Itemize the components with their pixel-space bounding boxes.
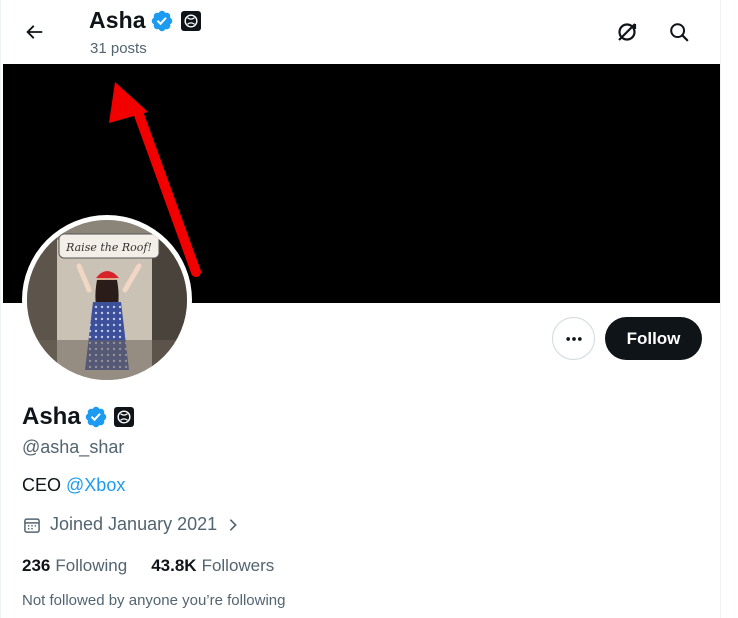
profile-avatar[interactable]: Raise the Roof! xyxy=(22,215,192,385)
following-link[interactable]: 236 Following xyxy=(22,556,127,576)
calendar-icon xyxy=(24,517,40,533)
verified-badge-icon xyxy=(151,10,172,31)
xbox-affiliate-icon[interactable] xyxy=(113,407,134,427)
followers-label: Followers xyxy=(201,556,275,575)
followers-count: 43.8K xyxy=(151,556,197,575)
chevron-right-icon xyxy=(229,518,237,531)
avatar-photo: Raise the Roof! xyxy=(27,220,187,380)
header-name: Asha xyxy=(89,7,146,33)
back-button[interactable] xyxy=(15,13,53,51)
sign-text: Raise the Roof! xyxy=(65,241,152,254)
grok-icon xyxy=(618,23,637,41)
verified-badge-icon[interactable] xyxy=(84,405,108,429)
bio-mention-link[interactable]: @Xbox xyxy=(66,475,125,495)
followers-link[interactable]: 43.8K Followers xyxy=(151,556,274,576)
profile-name-row: Asha xyxy=(22,403,134,431)
top-header: Asha 31 posts xyxy=(1,0,720,64)
joined-date[interactable]: Joined January 2021 xyxy=(22,514,241,535)
arrow-left-icon xyxy=(26,25,43,39)
profile-name: Asha xyxy=(22,403,81,430)
profile-page: Asha 31 posts Raise the Roof! Follow Ash… xyxy=(0,0,721,618)
posts-count: 31 posts xyxy=(90,40,147,57)
following-label: Following xyxy=(55,556,128,575)
follow-stats: 236 Following 43.8K Followers xyxy=(22,556,274,576)
grok-button[interactable] xyxy=(608,13,646,51)
more-options-button[interactable] xyxy=(552,317,595,360)
following-count: 236 xyxy=(22,556,51,575)
header-title: Asha xyxy=(89,7,201,34)
profile-handle: @asha_shar xyxy=(22,437,125,457)
search-icon xyxy=(670,23,689,42)
xbox-affiliate-icon xyxy=(180,10,201,31)
more-dots-icon xyxy=(565,336,582,341)
search-button[interactable] xyxy=(660,13,698,51)
follow-button[interactable]: Follow xyxy=(605,317,702,360)
joined-text: Joined January 2021 xyxy=(50,514,218,534)
mutual-followers-note: Not followed by anyone you’re following xyxy=(22,592,286,609)
bio-text: CEO xyxy=(22,475,62,495)
profile-bio: CEO @Xbox xyxy=(22,475,125,496)
